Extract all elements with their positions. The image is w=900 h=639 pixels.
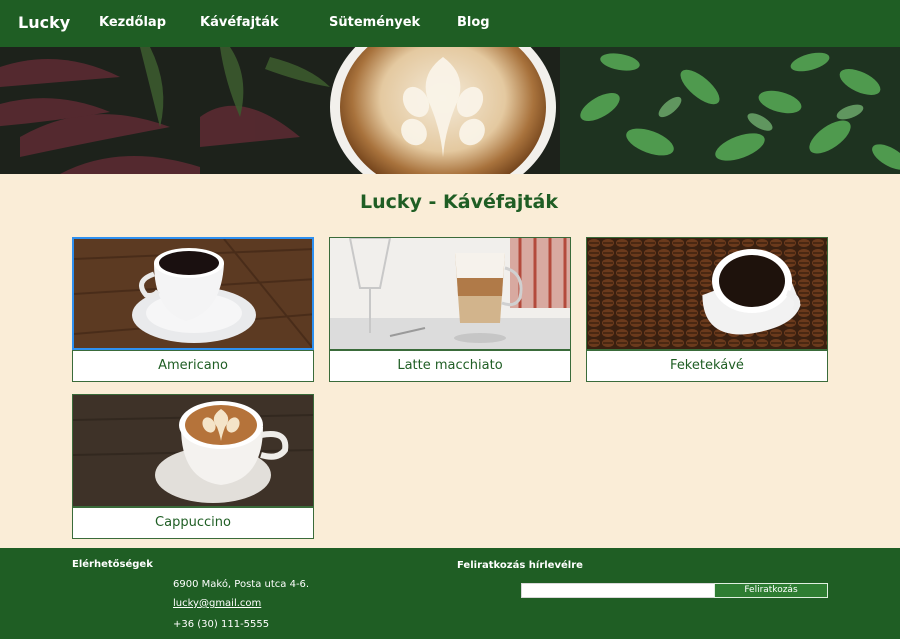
phone-text: +36 (30) 111-5555 [173, 619, 270, 630]
footer: Elérhetőségek 6900 Makó, Posta utca 4-6.… [0, 548, 900, 639]
coffee-card-feketekave[interactable]: Feketekávé [586, 237, 828, 382]
hero-banner [0, 47, 900, 174]
newsletter-email-input[interactable] [521, 583, 715, 598]
brand-logo[interactable]: Lucky [18, 13, 70, 32]
coffee-card-americano[interactable]: Americano [72, 237, 314, 382]
coffee-card-cappuccino[interactable]: Cappuccino [72, 394, 314, 539]
coffee-card-label: Americano [72, 350, 314, 382]
latte-macchiato-image [329, 237, 571, 350]
contact-heading: Elérhetőségek [72, 559, 153, 570]
cappuccino-image [72, 394, 314, 507]
newsletter-subscribe-button[interactable]: Feliratkozás [714, 583, 828, 598]
coffee-card-label: Feketekávé [586, 350, 828, 382]
newsletter-heading: Feliratkozás hírlevélre [457, 560, 583, 571]
hero-coffee-image [0, 47, 900, 174]
nav-link-home[interactable]: Kezdőlap [99, 15, 166, 30]
coffee-card-label: Cappuccino [72, 507, 314, 539]
coffee-card-label: Latte macchiato [329, 350, 571, 382]
nav-link-coffees[interactable]: Kávéfajták [200, 15, 279, 30]
nav-link-blog[interactable]: Blog [457, 15, 490, 30]
nav-link-cakes[interactable]: Sütemények [329, 15, 420, 30]
americano-image [72, 237, 314, 350]
email-link[interactable]: lucky@gmail.com [173, 598, 261, 609]
top-navbar: Lucky Kezdőlap Kávéfajták Sütemények Blo… [0, 0, 900, 47]
feketekave-image [586, 237, 828, 350]
coffee-card-latte-macchiato[interactable]: Latte macchiato [329, 237, 571, 382]
page-title: Lucky - Kávéfajták [360, 191, 558, 213]
address-text: 6900 Makó, Posta utca 4-6. [173, 579, 310, 590]
